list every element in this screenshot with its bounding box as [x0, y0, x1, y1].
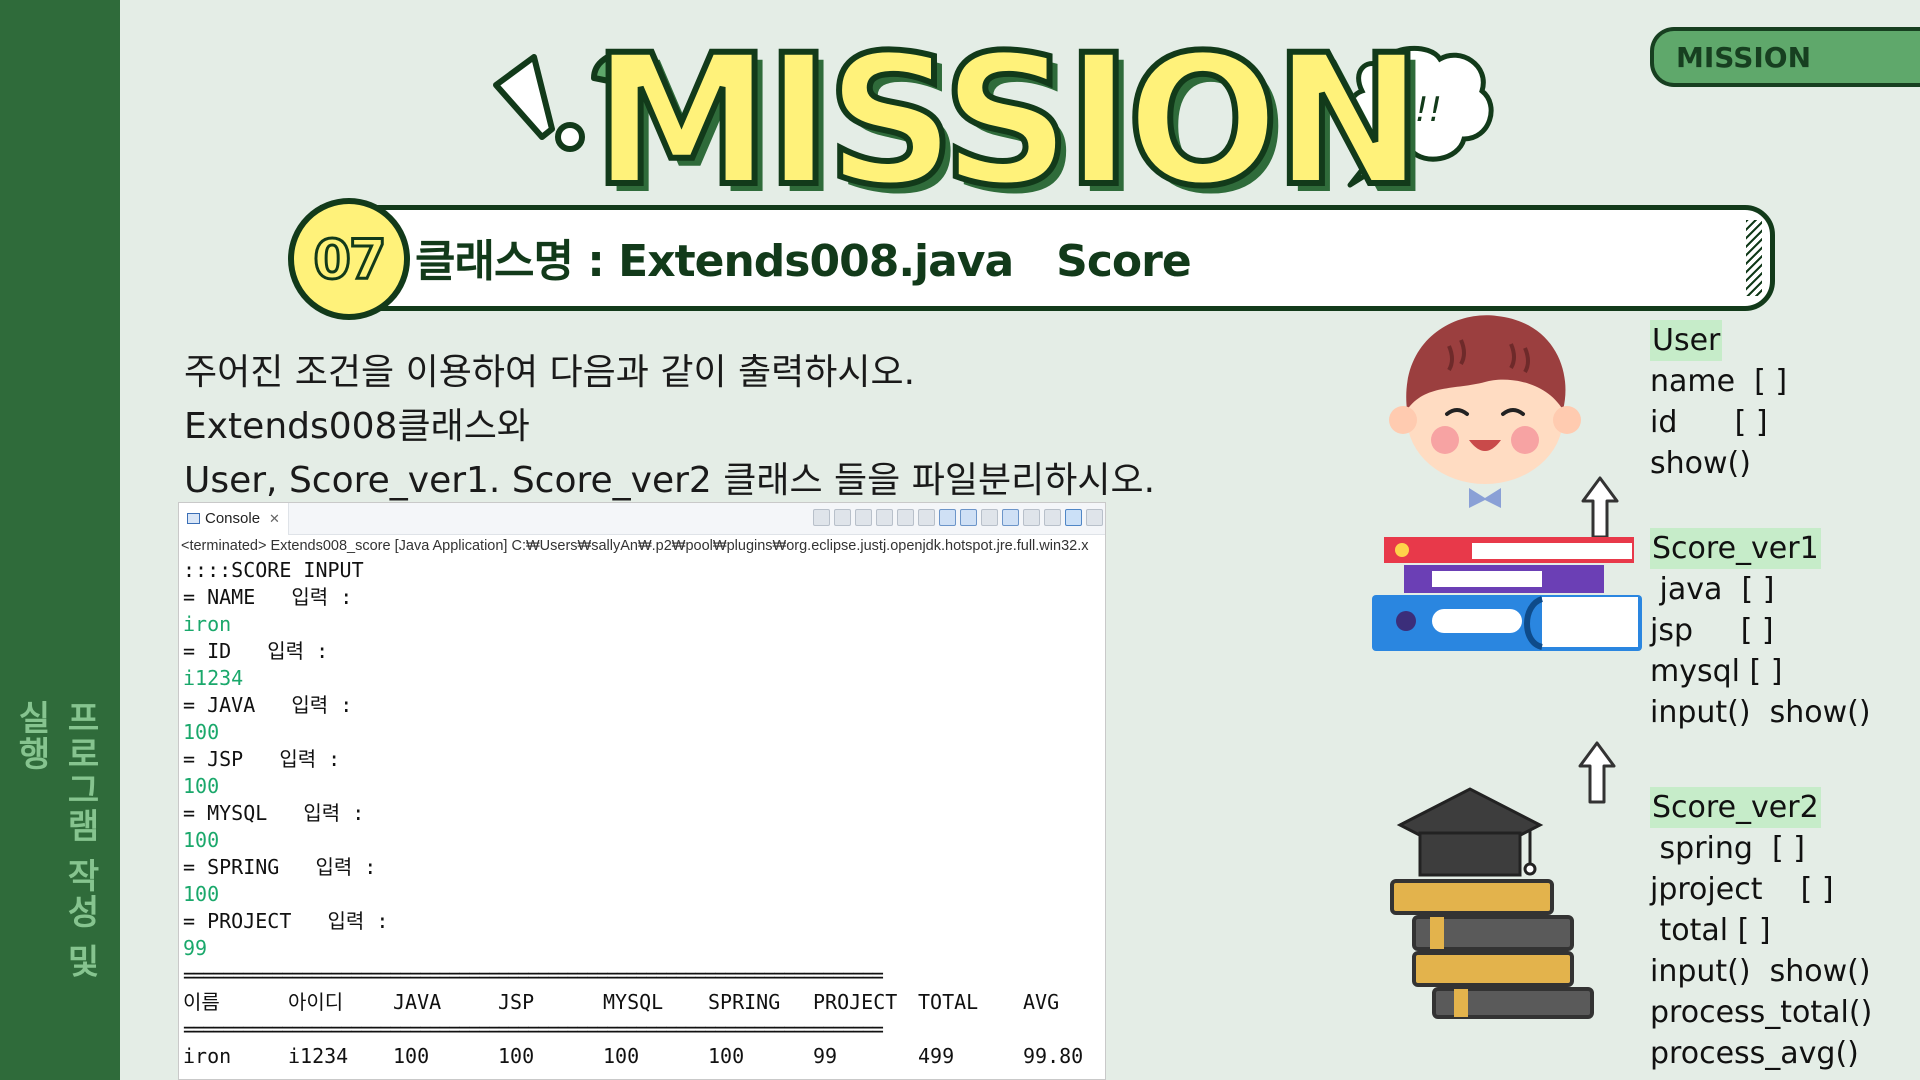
score-ver2-field: jproject [ ]: [1650, 872, 1834, 907]
console-input-line: iron: [183, 612, 232, 636]
console-input-line: i1234: [183, 666, 244, 690]
user-method: show(): [1650, 446, 1751, 481]
table-cell: 100: [498, 1044, 535, 1068]
exclamation-icon: [493, 54, 585, 152]
instruction-line: 주어진 조건을 이용하여 다음과 같이 출력하시오.: [184, 352, 916, 393]
console-tab[interactable]: Console ✕: [179, 503, 289, 535]
show-stderr-icon[interactable]: [960, 509, 977, 526]
scroll-lock-icon[interactable]: [897, 509, 914, 526]
remove-launch-icon[interactable]: [834, 509, 851, 526]
console-status-line: <terminated> Extends008_score [Java Appl…: [181, 538, 1089, 554]
instruction-line: Extends008클래스와: [184, 406, 530, 447]
console-icon: [187, 513, 200, 524]
instruction-line: User, Score_ver1. Score_ver2 클래스 들을 파일분리…: [184, 460, 1156, 501]
score-ver1-field: mysql [ ]: [1650, 654, 1783, 689]
console-table-row: iron i1234 100 100 100 100 99 499 99.80: [183, 1043, 1105, 1070]
console-input-line: 100: [183, 720, 220, 744]
show-stdout-icon[interactable]: [939, 509, 956, 526]
table-cell: 99.80: [1023, 1044, 1084, 1068]
console-tab-label: Console: [205, 510, 261, 527]
console-input-line: 100: [183, 828, 220, 852]
table-cell: 100: [393, 1044, 430, 1068]
clear-console-icon[interactable]: [876, 509, 893, 526]
table-header-cell: 아이디: [288, 990, 344, 1014]
settings-icon[interactable]: [1086, 509, 1103, 526]
boy-character-illustration: [1389, 315, 1581, 508]
console-output-line: = MYSQL 입력 :: [183, 801, 365, 825]
score-ver2-method: process_total(): [1650, 995, 1873, 1030]
table-header-cell: SPRING: [708, 990, 781, 1014]
user-field: id [ ]: [1650, 405, 1768, 440]
table-header-cell: 이름: [183, 990, 220, 1014]
score-ver1-field: java [ ]: [1650, 572, 1775, 607]
books-stack-illustration: [1372, 537, 1642, 651]
console-input-line: 99: [183, 936, 208, 960]
console-separator-line: ========================================…: [183, 1017, 884, 1041]
table-header-cell: AVG: [1023, 990, 1060, 1014]
table-cell: 499: [918, 1044, 955, 1068]
score-ver2-field: spring [ ]: [1650, 831, 1805, 866]
user-field: name [ ]: [1650, 364, 1788, 399]
table-header-cell: JSP: [498, 990, 535, 1014]
console-tabbar: Console ✕: [179, 503, 1105, 535]
sidebar-vertical-label: 프로그램 작성 및 실행: [11, 700, 100, 1000]
close-icon[interactable]: ✕: [269, 511, 280, 527]
console-output-line: = SPRING 입력 :: [183, 855, 377, 879]
table-header-cell: TOTAL: [918, 990, 979, 1014]
console-output-line: = PROJECT 입력 :: [183, 909, 389, 933]
copy-icon[interactable]: [1044, 509, 1061, 526]
console-separator-line: ========================================…: [183, 963, 884, 987]
graduation-books-illustration: [1390, 787, 1594, 1019]
score-ver1-methods: input() show(): [1650, 695, 1871, 730]
score-ver2-methods: input() show(): [1650, 954, 1871, 989]
user-class-title: User: [1650, 320, 1723, 361]
table-cell: i1234: [288, 1044, 349, 1068]
console-table-header: 이름 아이디 JAVA JSP MYSQL SPRING PROJECT TOTAL AVG: [183, 989, 1105, 1016]
word-wrap-icon[interactable]: [918, 509, 935, 526]
title-bar-hatch: [1746, 220, 1762, 296]
table-header-cell: MYSQL: [603, 990, 664, 1014]
up-arrow-icon: [1581, 476, 1619, 539]
table-cell: iron: [183, 1044, 232, 1068]
remove-all-icon[interactable]: [855, 509, 872, 526]
console-output[interactable]: ::::SCORE INPUT = NAME 입력 : iron = ID 입력 :i…: [179, 557, 1105, 1070]
console-input-line: 100: [183, 774, 220, 798]
console-output-line: = JSP 입력 :: [183, 747, 341, 771]
table-cell: 99: [813, 1044, 838, 1068]
console-input-line: 100: [183, 882, 220, 906]
score-ver1-class-title: Score_ver1: [1650, 528, 1821, 569]
table-cell: 100: [603, 1044, 640, 1068]
score-ver2-field: total [ ]: [1650, 913, 1771, 948]
display-console-icon[interactable]: [1002, 509, 1019, 526]
console-window: Console ✕ <terminated> Extends008_score …: [178, 502, 1106, 1080]
console-toolbar: [813, 509, 1103, 526]
score-ver2-class-title: Score_ver2: [1650, 787, 1821, 828]
console-output-line: = JAVA 입력 :: [183, 693, 353, 717]
console-output-line: = ID 입력 :: [183, 639, 329, 663]
sidebar-vertical-text: 프로그램 작성 및 실행: [11, 700, 100, 980]
console-output-line: = NAME 입력 :: [183, 585, 353, 609]
table-header-cell: PROJECT: [813, 990, 898, 1014]
console-output-line: ::::SCORE INPUT: [183, 558, 364, 582]
score-ver1-field: jsp [ ]: [1650, 613, 1774, 648]
big-mission-title: MISSION: [589, 29, 1427, 215]
table-cell: 100: [708, 1044, 745, 1068]
mission-number-badge: 07: [288, 198, 410, 320]
big-mission-text: MISSION: [589, 17, 1427, 226]
terminate-icon[interactable]: [813, 509, 830, 526]
link-icon[interactable]: [1065, 509, 1082, 526]
table-header-cell: JAVA: [393, 990, 442, 1014]
pin-console-icon[interactable]: [981, 509, 998, 526]
open-console-icon[interactable]: [1023, 509, 1040, 526]
mission-number: 07: [312, 226, 388, 292]
score-ver2-method: process_avg(): [1650, 1036, 1859, 1071]
mission-tab: MISSION: [1650, 27, 1920, 87]
mission-tab-label: MISSION: [1676, 40, 1812, 74]
class-title: 클래스명 : Extends008.java Score: [415, 236, 1192, 287]
